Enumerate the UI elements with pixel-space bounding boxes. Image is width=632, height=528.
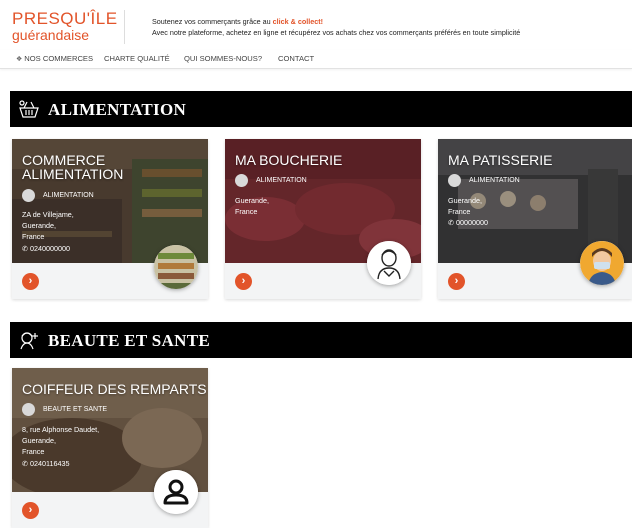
tagline-line1-prefix: Soutenez vos commerçants grâce au xyxy=(152,17,273,26)
nav-item-nos-commerces[interactable]: ❖ NOS COMMERCES xyxy=(16,54,93,63)
card-title: MA PATISSERIE xyxy=(448,152,553,168)
grocery-basket-icon xyxy=(235,174,248,187)
phone-icon: ✆ xyxy=(22,243,29,253)
grocery-basket-icon xyxy=(19,100,39,118)
address-line: France xyxy=(448,207,471,217)
header-divider xyxy=(124,10,125,44)
logo-line2: guérandaise xyxy=(12,27,90,43)
card-category: ALIMENTATION xyxy=(448,174,520,187)
user-icon xyxy=(154,470,198,514)
address-line: France xyxy=(22,447,45,457)
address-line: ZA de Villejame, xyxy=(22,210,74,219)
shop-card-coiffeur-des-remparts[interactable]: COIFFEUR DES REMPARTS BEAUTE ET SANTE 8,… xyxy=(12,368,208,528)
grocery-basket-icon xyxy=(22,189,35,202)
card-address: Guerande, France xyxy=(235,195,269,217)
card-phone[interactable]: ✆ 00000000 xyxy=(448,217,488,228)
card-title: COIFFEUR DES REMPARTS xyxy=(22,381,207,397)
address-line: Guerande, xyxy=(235,196,269,205)
tagline-highlight: click & collect! xyxy=(272,17,323,26)
shop-shelves-photo xyxy=(154,245,198,289)
chevron-right-icon[interactable]: › xyxy=(22,502,39,519)
nav-item-contact[interactable]: CONTACT xyxy=(278,54,314,63)
main-nav: ❖ NOS COMMERCES CHARTE QUALITÉ QUI SOMMES… xyxy=(0,50,632,69)
nav-item-charte-qualite[interactable]: CHARTE QUALITÉ xyxy=(104,54,170,63)
card-title: COMMERCE ALIMENTATION xyxy=(22,152,124,182)
shop-card-ma-boucherie[interactable]: MA BOUCHERIE ALIMENTATION Guerande, Fran… xyxy=(225,139,421,299)
chevron-right-icon[interactable]: › xyxy=(448,273,465,290)
card-title: MA BOUCHERIE xyxy=(235,152,343,168)
phone-icon: ✆ xyxy=(22,458,29,468)
card-address: ZA de Villejame, Guerande, France ✆ 0240… xyxy=(22,209,74,254)
card-phone[interactable]: ✆ 0240000000 xyxy=(22,243,74,254)
chevron-right-icon[interactable]: › xyxy=(235,273,252,290)
card-address: 8, rue Alphonse Daudet, Guerande, France… xyxy=(22,424,99,469)
section-title: ALIMENTATION xyxy=(48,100,187,119)
address-line: Guerande, xyxy=(448,196,482,205)
house-icon: ❖ xyxy=(16,56,23,63)
address-line: France xyxy=(235,207,258,217)
shop-card-commerce-alimentation[interactable]: COMMERCE ALIMENTATION ALIMENTATION ZA de… xyxy=(12,139,208,299)
section-header-alimentation: ALIMENTATION xyxy=(10,91,632,127)
address-line: Guerande, xyxy=(22,436,56,446)
site-header: PRESQU'ÎLE guérandaise Soutenez vos comm… xyxy=(0,0,632,50)
grocery-basket-icon xyxy=(448,174,461,187)
card-phone[interactable]: ✆ 0240116435 xyxy=(22,458,99,469)
baker-avatar xyxy=(580,241,624,285)
logo-line1: PRESQU'ÎLE xyxy=(12,9,118,28)
tagline-line2: Avec notre plateforme, achetez en ligne … xyxy=(152,28,521,37)
section-header-beaute-et-sante: BEAUTE ET SANTE xyxy=(10,322,632,358)
card-address: Guerande, France ✆ 00000000 xyxy=(448,195,488,229)
card-category: BEAUTE ET SANTE xyxy=(22,403,107,416)
phone-icon: ✆ xyxy=(448,218,455,228)
site-logo[interactable]: PRESQU'ÎLE guérandaise xyxy=(12,9,118,43)
address-line: 8, rue Alphonse Daudet, xyxy=(22,425,100,434)
address-line: France xyxy=(22,232,45,242)
section-title: BEAUTE ET SANTE xyxy=(48,331,210,350)
card-category: ALIMENTATION xyxy=(235,174,307,187)
beauty-spa-icon xyxy=(20,332,38,350)
header-tagline: Soutenez vos commerçants grâce au click … xyxy=(152,16,520,38)
nav-item-qui-sommes-nous[interactable]: QUI SOMMES-NOUS? xyxy=(184,54,262,63)
person-outline-icon xyxy=(367,241,411,285)
address-line: Guerande, xyxy=(22,221,56,231)
chevron-right-icon[interactable]: › xyxy=(22,273,39,290)
beauty-spa-icon xyxy=(22,403,35,416)
shop-card-ma-patisserie[interactable]: MA PATISSERIE ALIMENTATION Guerande, Fra… xyxy=(438,139,632,299)
card-category: ALIMENTATION xyxy=(22,189,94,202)
